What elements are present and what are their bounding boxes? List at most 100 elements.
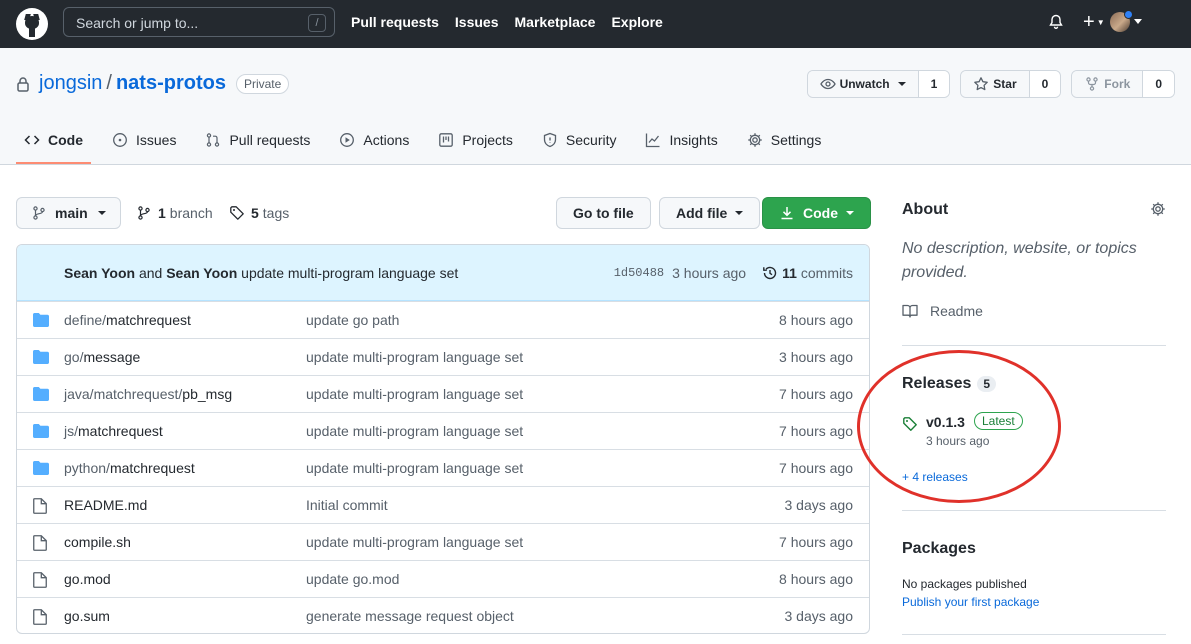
- file-list: Sean Yoon and Sean Yoon update multi-pro…: [16, 244, 870, 634]
- file-age: 7 hours ago: [779, 460, 853, 476]
- chevron-down-icon: ▼: [1096, 17, 1105, 27]
- tag-count: 5: [251, 205, 259, 221]
- file-row[interactable]: js/matchrequest update multi-program lan…: [17, 412, 869, 449]
- create-new-dropdown[interactable]: + ▼: [1083, 12, 1105, 33]
- chevron-down-icon[interactable]: [1134, 19, 1142, 24]
- tab-label: Projects: [462, 132, 513, 148]
- nav-marketplace[interactable]: Marketplace: [515, 14, 596, 30]
- commit-author[interactable]: Sean Yoon: [64, 265, 135, 281]
- tab-actions[interactable]: Actions: [331, 116, 417, 164]
- file-name-link[interactable]: go.mod: [64, 571, 111, 587]
- commits-link[interactable]: 11 commits: [762, 265, 853, 281]
- fork-button-group: Fork 0: [1071, 70, 1175, 98]
- file-name: compile.sh: [64, 534, 131, 550]
- stars-count[interactable]: 0: [1029, 71, 1061, 97]
- file-name-link[interactable]: compile.sh: [64, 534, 131, 550]
- folder-icon: [33, 313, 49, 327]
- commit-coauthor[interactable]: Sean Yoon: [166, 265, 237, 281]
- file-commit-message[interactable]: update multi-program language set: [306, 534, 523, 550]
- repo-header: jongsin / nats-protos Private Unwatch 1 …: [0, 48, 1191, 165]
- file-row[interactable]: README.md Initial commit 3 days ago: [17, 486, 869, 523]
- file-row[interactable]: go/message update multi-program language…: [17, 338, 869, 375]
- file-row[interactable]: go.mod update go.mod 8 hours ago: [17, 560, 869, 597]
- tab-pull-requests[interactable]: Pull requests: [197, 116, 318, 164]
- go-to-file-button[interactable]: Go to file: [556, 197, 651, 229]
- tab-label: Issues: [136, 132, 177, 148]
- tab-code[interactable]: Code: [16, 116, 91, 164]
- file-name-link[interactable]: java/matchrequest/pb_msg: [64, 386, 232, 402]
- file-row[interactable]: compile.sh update multi-program language…: [17, 523, 869, 560]
- file-commit-message[interactable]: update multi-program language set: [306, 349, 523, 365]
- folder-icon: [33, 424, 49, 438]
- chevron-down-icon: [846, 211, 854, 215]
- file-commit-message[interactable]: update go path: [306, 312, 399, 328]
- file-commit-message[interactable]: update multi-program language set: [306, 423, 523, 439]
- unwatch-label: Unwatch: [839, 77, 890, 91]
- search-input[interactable]: Search or jump to... /: [63, 7, 335, 37]
- tags-link[interactable]: 5 tags: [229, 205, 289, 221]
- commit-sha[interactable]: 1d50488: [614, 266, 664, 280]
- file-name-link[interactable]: go.sum: [64, 608, 110, 624]
- file-dir-prefix: java/matchrequest/: [64, 386, 183, 402]
- publish-package-link[interactable]: Publish your first package: [902, 595, 1039, 609]
- tab-insights[interactable]: Insights: [637, 116, 725, 164]
- file-age: 7 hours ago: [779, 534, 853, 550]
- file-name: README.md: [64, 497, 148, 513]
- packages-heading[interactable]: Packages: [902, 540, 976, 558]
- watchers-count[interactable]: 1: [918, 71, 950, 97]
- tag-icon: [230, 206, 244, 220]
- file-dir-prefix: go/: [64, 349, 84, 365]
- bell-icon[interactable]: [1048, 14, 1064, 30]
- file-row[interactable]: define/matchrequest update go path 8 hou…: [17, 301, 869, 338]
- nav-issues[interactable]: Issues: [455, 14, 499, 30]
- gear-icon[interactable]: [1150, 201, 1166, 217]
- file-commit-message[interactable]: generate message request object: [306, 608, 514, 624]
- file-icon: [33, 609, 47, 625]
- file-name-link[interactable]: define/matchrequest: [64, 312, 191, 328]
- fork-button[interactable]: Fork: [1072, 71, 1144, 97]
- file-name: matchrequest: [106, 312, 191, 328]
- file-commit-message[interactable]: update multi-program language set: [306, 386, 523, 402]
- chevron-down-icon: [735, 211, 744, 215]
- code-button[interactable]: Code: [762, 197, 871, 229]
- file-age: 3 days ago: [784, 608, 854, 624]
- file-row[interactable]: python/matchrequest update multi-program…: [17, 449, 869, 486]
- file-age: 8 hours ago: [779, 571, 853, 587]
- tab-label: Code: [48, 132, 83, 148]
- tab-label: Settings: [770, 132, 822, 148]
- file-row[interactable]: go.sum generate message request object 3…: [17, 597, 869, 633]
- tab-security[interactable]: Security: [534, 116, 625, 164]
- file-icon: [33, 535, 47, 551]
- branches-link[interactable]: 1 branch: [136, 205, 213, 221]
- sidebar-divider: [902, 345, 1166, 346]
- nav-explore[interactable]: Explore: [611, 14, 662, 30]
- tab-settings[interactable]: Settings: [739, 116, 830, 164]
- repo-name-link[interactable]: nats-protos: [116, 72, 226, 95]
- file-name-link[interactable]: go/message: [64, 349, 140, 365]
- repo-owner-link[interactable]: jongsin: [39, 72, 102, 95]
- add-file-button[interactable]: Add file: [659, 197, 761, 229]
- commit-text[interactable]: update multi-program language set: [241, 265, 458, 281]
- nav-pull-requests[interactable]: Pull requests: [351, 14, 439, 30]
- file-age: 3 days ago: [784, 497, 854, 513]
- graph-icon: [646, 133, 660, 148]
- github-logo-icon[interactable]: [16, 8, 48, 40]
- file-row[interactable]: java/matchrequest/pb_msg update multi-pr…: [17, 375, 869, 412]
- tab-issues[interactable]: Issues: [104, 116, 184, 164]
- file-name: go.mod: [64, 571, 111, 587]
- star-button[interactable]: Star: [961, 71, 1030, 97]
- repo-tabs: Code Issues Pull requests Actions Projec…: [16, 116, 842, 164]
- folder-icon: [33, 350, 49, 364]
- file-name-link[interactable]: js/matchrequest: [64, 423, 163, 439]
- forks-count[interactable]: 0: [1143, 71, 1174, 97]
- file-commit-message[interactable]: update go.mod: [306, 571, 399, 587]
- tab-projects[interactable]: Projects: [430, 116, 521, 164]
- file-commit-message[interactable]: Initial commit: [306, 497, 388, 513]
- file-name-link[interactable]: python/matchrequest: [64, 460, 195, 476]
- unwatch-button[interactable]: Unwatch: [807, 71, 919, 97]
- star-button-group: Star 0: [960, 70, 1062, 98]
- file-commit-message[interactable]: update multi-program language set: [306, 460, 523, 476]
- branch-select-button[interactable]: main: [16, 197, 121, 229]
- file-name-link[interactable]: README.md: [64, 497, 147, 513]
- readme-link[interactable]: Readme: [902, 303, 983, 319]
